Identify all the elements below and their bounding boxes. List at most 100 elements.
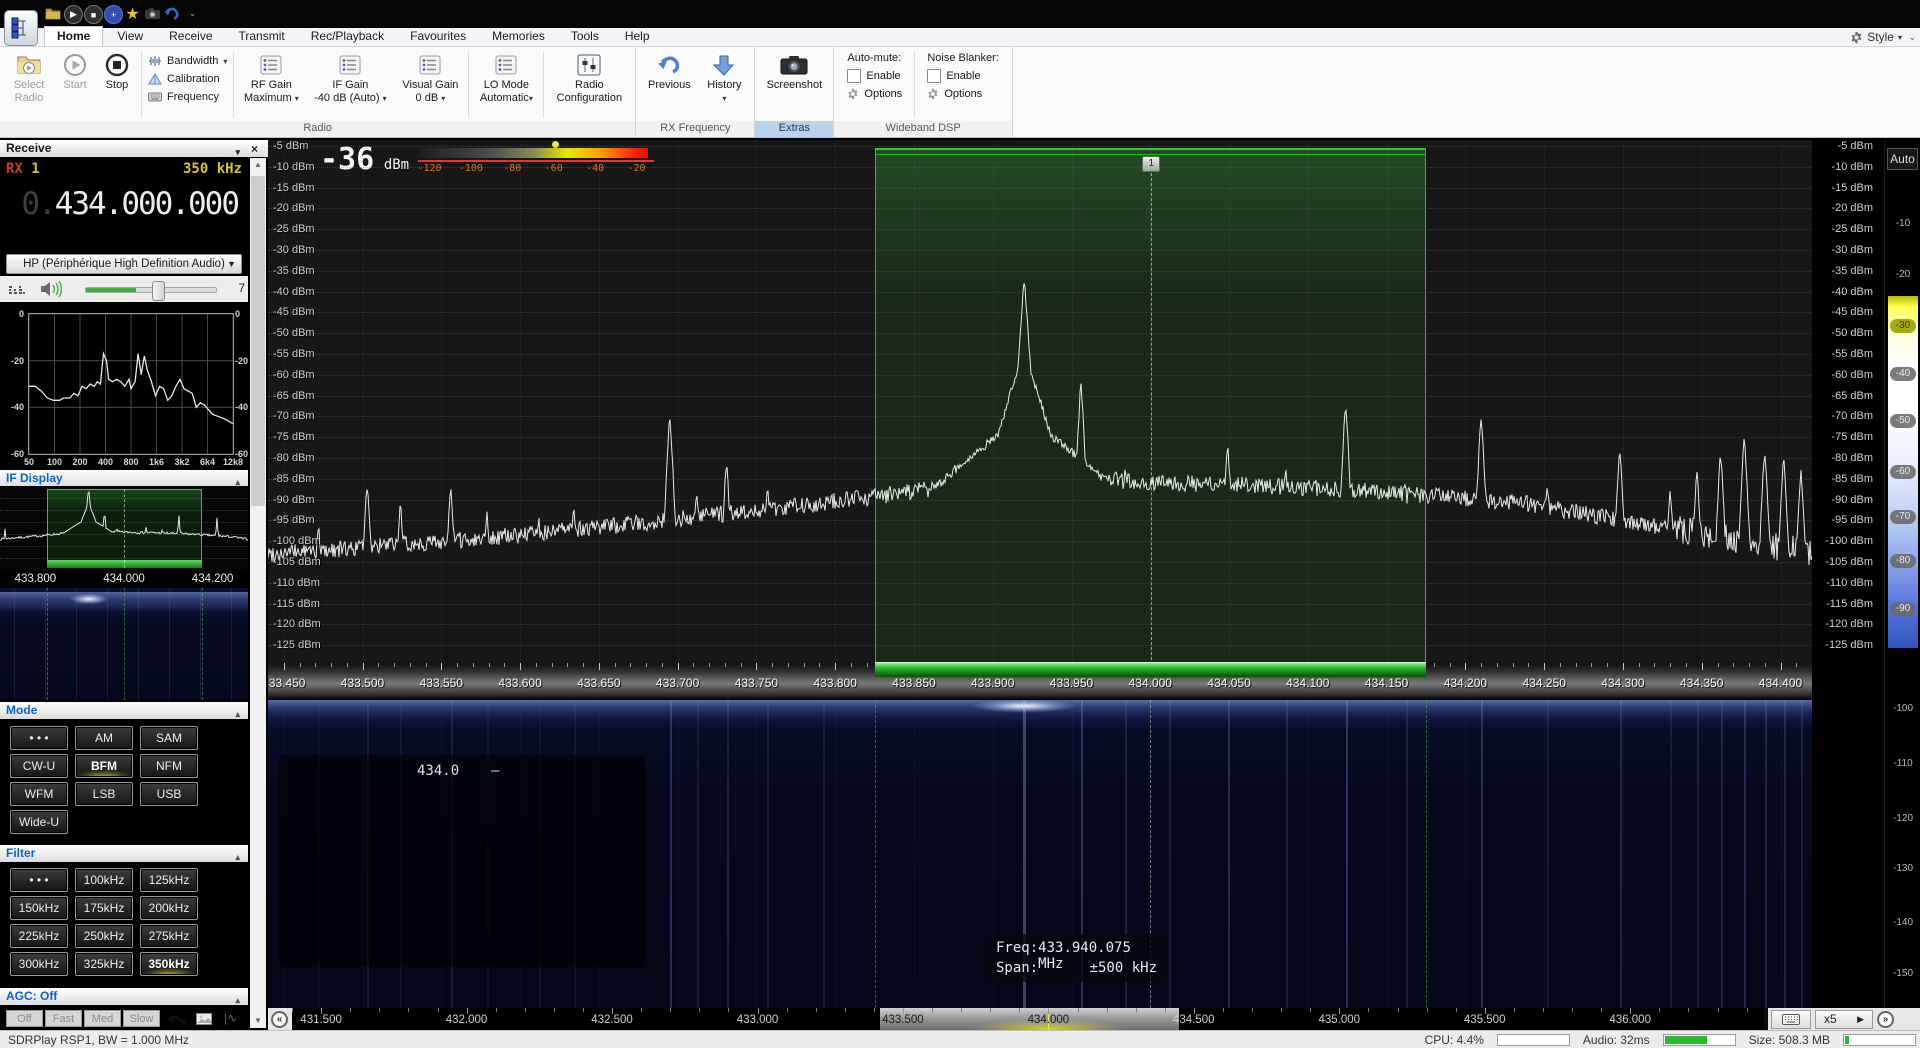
filter-button-100khz[interactable]: 100kHz bbox=[75, 868, 133, 892]
lo-mode-button[interactable]: LO Mode Automatic▾ bbox=[472, 49, 540, 119]
volume-slider[interactable] bbox=[85, 287, 217, 293]
auto-mute-options[interactable]: Options bbox=[847, 88, 902, 100]
main-spectrum[interactable]: 1 -36 dBm -5 dBm-10 dBm-15 dBm-20 dBm-25… bbox=[268, 140, 1812, 663]
keyboard-entry-button[interactable] bbox=[1771, 1010, 1811, 1029]
frequency-button[interactable]: Frequency bbox=[145, 90, 230, 104]
tab-receive[interactable]: Receive bbox=[157, 27, 224, 46]
equalizer-icon[interactable] bbox=[8, 282, 26, 296]
filter-button-250khz[interactable]: 250kHz bbox=[75, 924, 133, 948]
if-display-header[interactable]: IF Display ▴ bbox=[0, 470, 248, 487]
add-icon[interactable]: + bbox=[104, 5, 123, 24]
filter-button-325khz[interactable]: 325kHz bbox=[75, 952, 133, 976]
tab-favourites[interactable]: Favourites bbox=[398, 27, 478, 46]
noise-blanker-enable-checkbox[interactable] bbox=[927, 69, 941, 83]
agc-button-fast[interactable]: Fast bbox=[45, 1010, 82, 1027]
selection-bottom-bar[interactable] bbox=[875, 662, 1426, 677]
tab-view[interactable]: View bbox=[105, 27, 155, 46]
filter-button-200khz[interactable]: 200kHz bbox=[140, 896, 198, 920]
mode-button-sam[interactable]: SAM bbox=[140, 726, 198, 750]
mode-button-[interactable]: • • • bbox=[10, 726, 68, 750]
screenshot-button[interactable]: Screenshot bbox=[759, 49, 829, 119]
mode-button-lsb[interactable]: LSB bbox=[75, 782, 133, 806]
agc-button-med[interactable]: Med bbox=[84, 1010, 121, 1027]
history-button[interactable]: History ▾ bbox=[698, 49, 750, 119]
band-scroll-left-button[interactable]: « bbox=[271, 1011, 288, 1028]
panel-close-icon[interactable]: × bbox=[251, 141, 258, 158]
if-display-spectrum[interactable] bbox=[0, 486, 248, 572]
mode-button-cwu[interactable]: CW-U bbox=[10, 754, 68, 778]
mode-button-wideu[interactable]: Wide-U bbox=[10, 810, 68, 834]
quick-access-more-icon[interactable]: ⌄ bbox=[184, 5, 201, 22]
noise-blanker-enable[interactable]: Enable bbox=[927, 69, 999, 83]
marker-1-tag[interactable]: 1 bbox=[1142, 156, 1160, 172]
style-menu[interactable]: Style ▾ bbox=[1850, 30, 1902, 44]
filter-button-150khz[interactable]: 150kHz bbox=[10, 896, 68, 920]
filter-header[interactable]: Filter ▴ bbox=[0, 845, 248, 862]
mode-button-bfm[interactable]: BFM bbox=[75, 754, 133, 778]
auto-scale-button[interactable]: Auto bbox=[1887, 148, 1918, 170]
calibration-button[interactable]: Calibration bbox=[145, 72, 230, 86]
scrollbar-up-icon[interactable]: ▲ bbox=[250, 158, 266, 172]
mode-button-wfm[interactable]: WFM bbox=[10, 782, 68, 806]
agc-header[interactable]: AGC: Off ▴ bbox=[0, 988, 248, 1005]
filter-button-175khz[interactable]: 175kHz bbox=[75, 896, 133, 920]
bandwidth-button[interactable]: Bandwidth▾ bbox=[145, 54, 230, 68]
mode-button-am[interactable]: AM bbox=[75, 726, 133, 750]
filter-collapse-icon[interactable]: ▴ bbox=[235, 849, 240, 866]
app-menu-button[interactable] bbox=[4, 10, 38, 46]
favourite-star-icon[interactable]: ★ bbox=[124, 5, 141, 22]
ribbon-pin-icon[interactable]: ⌄ bbox=[1908, 32, 1916, 43]
select-radio-button[interactable]: Select Radio bbox=[4, 49, 54, 119]
frequency-display[interactable]: RX 1 350 kHz 0.434.000.000 bbox=[0, 158, 248, 252]
agc-image-icon[interactable] bbox=[196, 1013, 212, 1025]
scrollbar-down-icon[interactable]: ▼ bbox=[250, 1014, 266, 1028]
tab-memories[interactable]: Memories bbox=[480, 27, 557, 46]
auto-mute-enable-checkbox[interactable] bbox=[847, 69, 861, 83]
tab-transmit[interactable]: Transmit bbox=[227, 27, 297, 46]
mode-header[interactable]: Mode ▴ bbox=[0, 702, 248, 719]
mode-collapse-icon[interactable]: ▴ bbox=[235, 706, 240, 723]
volume-thumb[interactable] bbox=[152, 281, 165, 301]
mode-button-usb[interactable]: USB bbox=[140, 782, 198, 806]
filter-button-125khz[interactable]: 125kHz bbox=[140, 868, 198, 892]
camera-icon[interactable] bbox=[144, 5, 161, 22]
scrollbar-thumb[interactable] bbox=[251, 176, 265, 506]
rf-gain-button[interactable]: RF Gain Maximum ▾ bbox=[237, 49, 305, 119]
panel-scrollbar[interactable]: ▲ ▼ bbox=[250, 158, 266, 1028]
main-waterfall[interactable]: 434.0 – Freq:433.940.075 MHz Span:±500 k… bbox=[268, 700, 1812, 1008]
filter-button-300khz[interactable]: 300kHz bbox=[10, 952, 68, 976]
tab-rec-playback[interactable]: Rec/Playback bbox=[299, 27, 396, 46]
band-scroll-right-button[interactable]: » bbox=[1877, 1011, 1894, 1028]
noise-blanker-options[interactable]: Options bbox=[927, 88, 999, 100]
open-folder-icon[interactable] bbox=[44, 5, 61, 22]
agc-button-slow[interactable]: Slow bbox=[123, 1010, 160, 1027]
stop-button[interactable]: Stop bbox=[96, 49, 138, 119]
radio-configuration-button[interactable]: Radio Configuration bbox=[547, 49, 631, 119]
agc-button-off[interactable]: Off bbox=[6, 1010, 43, 1027]
stop-icon[interactable]: ■ bbox=[84, 5, 103, 24]
mode-button-nfm[interactable]: NFM bbox=[140, 754, 198, 778]
filter-button-225khz[interactable]: 225kHz bbox=[10, 924, 68, 948]
previous-button[interactable]: Previous bbox=[640, 49, 698, 119]
filter-button-275khz[interactable]: 275kHz bbox=[140, 924, 198, 948]
visual-gain-button[interactable]: Visual Gain 0 dB ▾ bbox=[395, 49, 465, 119]
band-ruler[interactable]: 431.500432.000432.500433.000433.500434.0… bbox=[292, 1008, 1764, 1030]
speaker-icon[interactable] bbox=[40, 281, 62, 297]
if-display-waterfall[interactable] bbox=[0, 588, 248, 700]
tab-home[interactable]: Home bbox=[44, 26, 103, 46]
play-icon[interactable]: ▶ bbox=[64, 5, 83, 24]
agc-back-arrow-icon[interactable] bbox=[166, 1012, 186, 1026]
auto-mute-enable[interactable]: Enable bbox=[847, 69, 902, 83]
filter-button-350khz[interactable]: 350kHz bbox=[140, 952, 198, 976]
tab-help[interactable]: Help bbox=[613, 27, 662, 46]
tab-tools[interactable]: Tools bbox=[559, 27, 611, 46]
if-gain-button[interactable]: IF Gain -40 dB (Auto) ▾ bbox=[305, 49, 395, 119]
agc-collapse-icon[interactable]: ▴ bbox=[235, 992, 240, 1009]
undo-icon[interactable] bbox=[163, 5, 180, 22]
palette-legend-bar[interactable] bbox=[418, 148, 648, 158]
filter-button-[interactable]: • • • bbox=[10, 868, 68, 892]
audio-device-select[interactable]: HP (Périphérique High Definition Audio) … bbox=[6, 254, 242, 274]
agc-wave-icon[interactable]: |∿ bbox=[224, 1011, 237, 1025]
zoom-button[interactable]: x5 ▶ bbox=[1815, 1010, 1873, 1029]
start-button[interactable]: Start bbox=[54, 49, 96, 119]
